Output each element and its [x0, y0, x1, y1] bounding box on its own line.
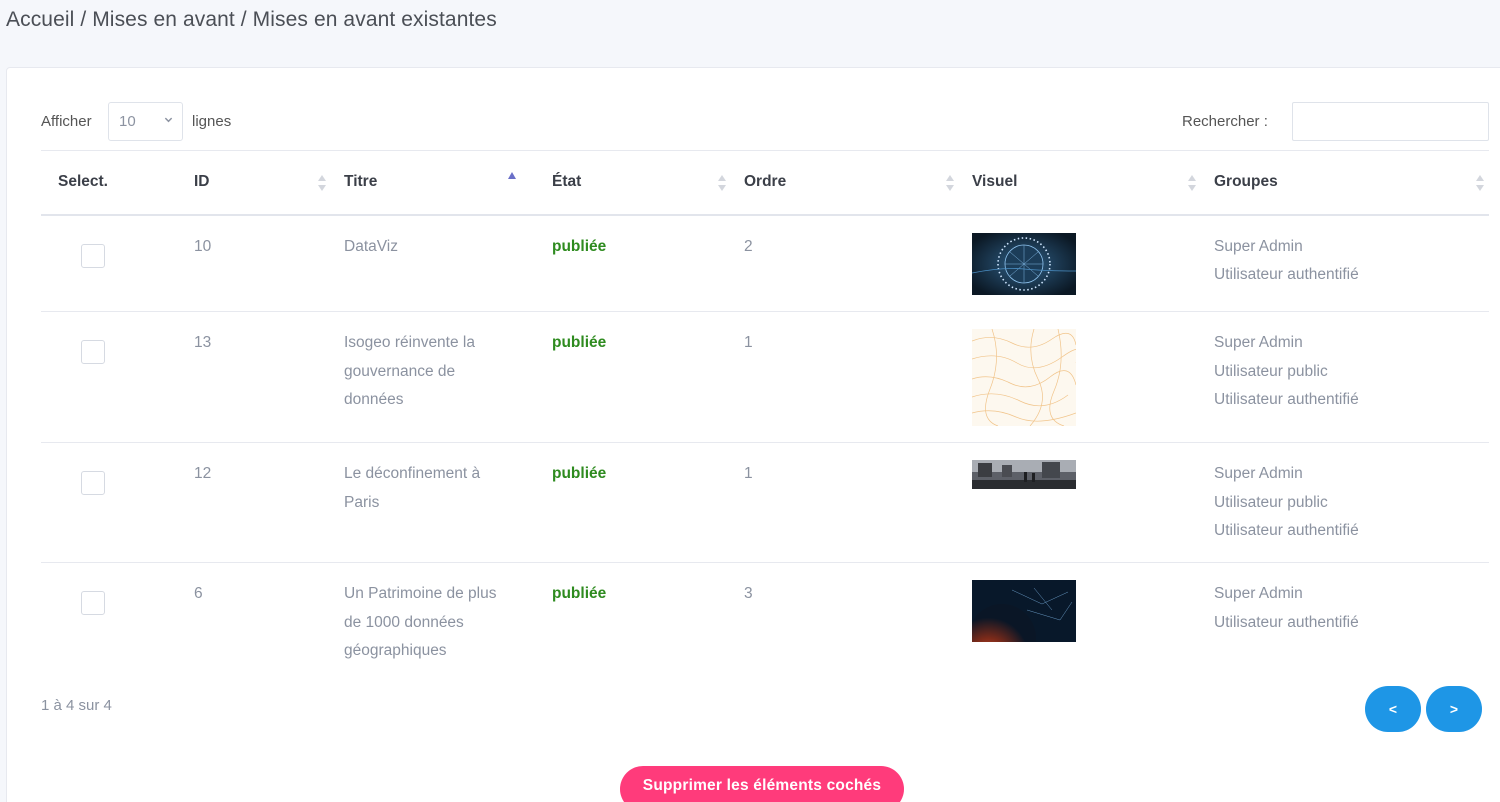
- highlights-table: Select. ID Titre État Ordre Visuel Group…: [41, 150, 1489, 673]
- next-page-button[interactable]: >: [1426, 686, 1482, 732]
- row-checkbox[interactable]: [81, 340, 105, 364]
- visual-cell: [955, 311, 1197, 443]
- id-cell: 6: [194, 585, 203, 602]
- groups-cell: Super Admin Utilisateur public Utilisate…: [1197, 442, 1489, 563]
- state-badge: publiée: [552, 465, 607, 482]
- sort-icon: [946, 175, 954, 191]
- select-cell: [41, 563, 177, 673]
- breadcrumb-home[interactable]: Accueil: [6, 8, 74, 31]
- column-header-id[interactable]: ID: [177, 150, 327, 216]
- column-header-state[interactable]: État: [535, 150, 727, 216]
- id-cell: 13: [177, 311, 327, 443]
- lines-label: lignes: [192, 113, 232, 130]
- previous-page-button[interactable]: <: [1365, 686, 1421, 732]
- group-label: Super Admin: [1214, 334, 1303, 351]
- earth-network-thumbnail: [972, 580, 1076, 642]
- order-cell: 2: [727, 214, 955, 312]
- chevron-down-icon: [164, 117, 173, 123]
- group-label: Utilisateur public: [1214, 493, 1328, 511]
- breadcrumb-current: Mises en avant existantes: [252, 8, 497, 31]
- title-cell: Isogeo réinvente la gouvernance de données: [327, 311, 535, 443]
- select-cell: [41, 214, 177, 312]
- group-label: Utilisateur authentifié: [1214, 266, 1359, 283]
- sort-ascending-icon: [508, 172, 516, 179]
- show-entries-label: Afficher: [41, 113, 92, 130]
- id-cell: 10: [177, 214, 327, 312]
- group-label: Super Admin: [1214, 237, 1303, 255]
- contour-map-thumbnail: [972, 329, 1076, 426]
- select-cell: [41, 442, 177, 563]
- search-label: Rechercher :: [1182, 113, 1268, 130]
- group-label: Utilisateur authentifié: [1214, 613, 1359, 631]
- groups-cell: Super Admin Utilisateur public Utilisate…: [1197, 311, 1489, 443]
- table-header-row: Select. ID Titre État Ordre Visuel Group…: [41, 150, 1489, 216]
- row-checkbox[interactable]: [81, 243, 105, 268]
- page-size-value: 10: [119, 113, 136, 130]
- state-badge: publiée: [552, 237, 607, 255]
- breadcrumb-separator: /: [74, 8, 93, 31]
- group-label: Utilisateur public: [1214, 362, 1328, 380]
- pagination-info: 1 à 4 sur 4: [41, 697, 112, 714]
- order-cell: 1: [727, 442, 955, 563]
- table-row: 13 Isogeo réinvente la gouvernance de donn…: [41, 311, 1489, 443]
- table-row: 6 Un Patrimoine de plus de 1000 données gé…: [41, 563, 1489, 673]
- select-cell: [41, 311, 177, 443]
- breadcrumb-separator: /: [234, 8, 253, 31]
- sort-icon: [1188, 175, 1196, 191]
- visual-cell: [955, 563, 1197, 673]
- group-label: Utilisateur authentifié: [1214, 522, 1359, 539]
- group-label: Super Admin: [1214, 585, 1303, 602]
- breadcrumb-section[interactable]: Mises en avant: [92, 8, 235, 31]
- column-header-visual[interactable]: Visuel: [955, 150, 1197, 216]
- groups-cell: Super Admin Utilisateur authentifié: [1197, 563, 1489, 673]
- visual-cell: [955, 214, 1197, 312]
- dataviz-globe-thumbnail: [972, 232, 1076, 295]
- groups-cell: Super Admin Utilisateur authentifié: [1197, 214, 1489, 312]
- content-card: Afficher 10 lignes Rechercher : Select. …: [6, 67, 1500, 802]
- row-checkbox[interactable]: [81, 471, 105, 495]
- column-header-select: Select.: [41, 150, 177, 216]
- delete-checked-button[interactable]: Supprimer les éléments cochés: [620, 766, 904, 802]
- sort-icon: [1476, 175, 1484, 191]
- order-cell: 3: [744, 585, 753, 602]
- group-label: Utilisateur authentifié: [1214, 391, 1359, 408]
- paris-street-thumbnail: [972, 460, 1076, 489]
- search-input[interactable]: [1292, 102, 1489, 141]
- page-size-select[interactable]: 10: [108, 102, 183, 141]
- title-cell: Un Patrimoine de plus de 1000 données géog…: [344, 585, 497, 659]
- table-row: 10 DataViz publiée 2 Super Admin Utilisa…: [41, 214, 1489, 312]
- title-cell: DataViz: [327, 214, 535, 312]
- state-badge: publiée: [552, 585, 607, 602]
- group-label: Super Admin: [1214, 465, 1303, 482]
- sort-icon: [318, 175, 326, 191]
- column-header-order[interactable]: Ordre: [727, 150, 955, 216]
- row-checkbox[interactable]: [81, 591, 105, 615]
- breadcrumb: Accueil / Mises en avant / Mises en avan…: [6, 8, 497, 32]
- order-cell: 1: [727, 311, 955, 443]
- title-cell: Le déconfinement à Paris: [327, 442, 535, 563]
- visual-cell: [955, 442, 1197, 563]
- state-cell: publiée: [535, 311, 727, 443]
- state-badge: publiée: [552, 334, 607, 351]
- state-cell: publiée: [535, 214, 727, 312]
- sort-icon: [718, 175, 726, 191]
- table-row: 12 Le déconfinement à Paris publiée 1 Su…: [41, 442, 1489, 563]
- id-cell: 12: [177, 442, 327, 563]
- column-header-title[interactable]: Titre: [327, 150, 535, 216]
- state-cell: publiée: [535, 563, 727, 673]
- state-cell: publiée: [535, 442, 727, 563]
- column-header-groups[interactable]: Groupes: [1197, 150, 1489, 216]
